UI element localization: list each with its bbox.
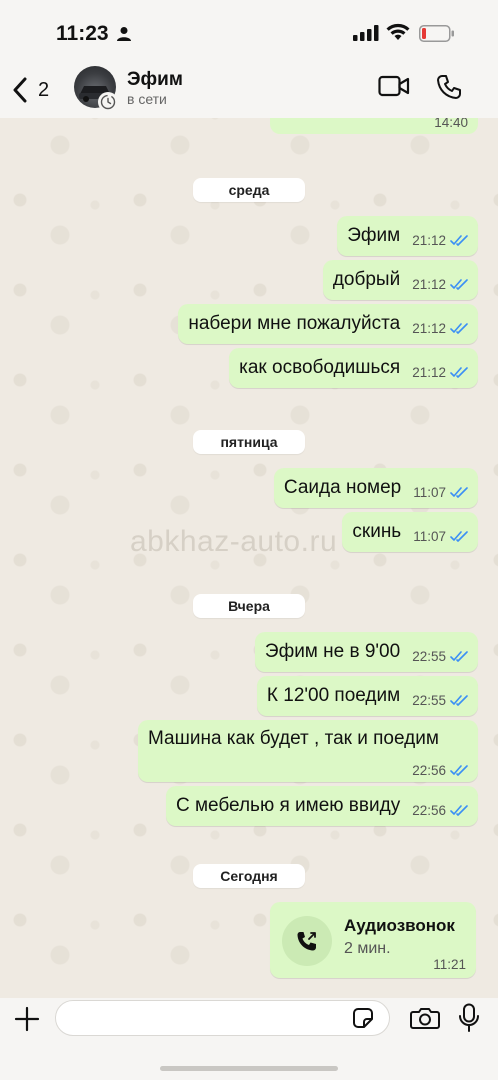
outgoing-message[interactable]: Саида номер 11:07 bbox=[273, 468, 478, 508]
attach-button[interactable] bbox=[14, 1006, 40, 1037]
plus-icon bbox=[14, 1006, 40, 1032]
wifi-icon bbox=[386, 23, 410, 40]
microphone-button[interactable] bbox=[458, 1003, 480, 1038]
message-input[interactable] bbox=[55, 1000, 390, 1036]
voice-call-button[interactable] bbox=[436, 74, 462, 105]
read-receipt-icon bbox=[450, 694, 468, 706]
read-receipt-icon bbox=[450, 765, 468, 776]
date-separator: Вчера bbox=[193, 594, 305, 618]
microphone-icon bbox=[459, 1003, 479, 1032]
call-duration: 2 мин. bbox=[344, 940, 391, 957]
outgoing-call-icon bbox=[297, 932, 316, 951]
message-text: Саида номер bbox=[283, 477, 402, 498]
contact-status: в сети bbox=[127, 91, 167, 107]
message-time: 22:56 bbox=[412, 763, 446, 778]
outgoing-message[interactable]: набери мне пожалуйста 21:12 bbox=[178, 304, 478, 344]
phone-icon bbox=[437, 75, 461, 99]
read-receipt-icon bbox=[450, 366, 468, 378]
unread-chats-count: 2 bbox=[38, 78, 50, 101]
chevron-left-icon bbox=[13, 77, 27, 103]
read-receipt-icon bbox=[450, 234, 468, 246]
read-receipt-icon bbox=[450, 322, 468, 334]
status-bar: 11:23 bbox=[0, 0, 498, 60]
chat-header: 2 Эфим в сети bbox=[0, 60, 498, 118]
video-camera-icon bbox=[378, 75, 410, 97]
read-receipt-icon bbox=[450, 530, 468, 542]
date-separator: пятница bbox=[193, 430, 305, 454]
read-receipt-icon bbox=[450, 804, 468, 816]
message-time: 22:56 bbox=[412, 802, 446, 818]
outgoing-message[interactable]: С мебелью я имею ввиду 22:56 bbox=[165, 786, 478, 826]
contact-name[interactable]: Эфим bbox=[127, 69, 183, 91]
message-time: 22:55 bbox=[412, 648, 446, 664]
back-button[interactable]: 2 bbox=[12, 76, 60, 104]
message-time: 14:40 bbox=[434, 118, 468, 130]
message-time: 11:07 bbox=[413, 484, 446, 500]
timer-icon bbox=[100, 94, 116, 110]
previous-message-bubble[interactable]: 14:40 bbox=[270, 118, 478, 134]
camera-button[interactable] bbox=[410, 1006, 440, 1035]
disappearing-timer-badge bbox=[98, 92, 118, 112]
outgoing-call-icon-wrap bbox=[282, 916, 332, 966]
message-text: добрый bbox=[332, 269, 401, 290]
message-time: 11:21 bbox=[433, 957, 466, 972]
home-indicator bbox=[160, 1066, 338, 1071]
audio-call-message[interactable]: Аудиозвонок 2 мин. 11:21 bbox=[270, 902, 476, 978]
outgoing-message[interactable]: скинь 11:07 bbox=[342, 512, 478, 552]
composer-bar bbox=[0, 998, 498, 1080]
message-text: Эфим не в 9'00 bbox=[264, 641, 401, 662]
read-receipt-icon bbox=[450, 486, 468, 498]
read-receipt-icon bbox=[450, 278, 468, 290]
message-text: Машина как будет , так и поедим bbox=[148, 728, 439, 749]
message-text: набери мне пожалуйста bbox=[188, 313, 401, 334]
video-call-button[interactable] bbox=[378, 74, 410, 103]
cellular-signal-icon bbox=[353, 25, 379, 41]
battery-low-icon bbox=[419, 25, 454, 42]
message-time: 22:55 bbox=[412, 692, 446, 708]
person-icon bbox=[117, 27, 131, 41]
message-time: 11:07 bbox=[413, 528, 446, 544]
sticker-button[interactable] bbox=[352, 1007, 374, 1034]
outgoing-message[interactable]: Эфим 21:12 bbox=[337, 216, 478, 256]
message-list[interactable]: 14:40 среда Эфим 21:12 добрый 21:12 набе… bbox=[0, 118, 498, 998]
message-time: 21:12 bbox=[412, 320, 446, 336]
date-separator: среда bbox=[193, 178, 305, 202]
status-time: 11:23 bbox=[56, 22, 109, 45]
outgoing-message[interactable]: К 12'00 поедим 22:55 bbox=[256, 676, 478, 716]
message-text: скинь bbox=[352, 521, 402, 542]
message-text: К 12'00 поедим bbox=[266, 685, 401, 706]
message-time: 21:12 bbox=[412, 232, 446, 248]
outgoing-message[interactable]: Машина как будет , так и поедим 22:56 bbox=[138, 720, 478, 782]
call-title: Аудиозвонок bbox=[344, 916, 455, 935]
message-text: Эфим bbox=[347, 225, 401, 246]
outgoing-message[interactable]: как освободишься 21:12 bbox=[229, 348, 478, 388]
sticker-icon bbox=[353, 1008, 373, 1028]
camera-icon bbox=[410, 1008, 440, 1029]
read-receipt-icon bbox=[450, 650, 468, 662]
message-time: 21:12 bbox=[412, 276, 446, 292]
message-text: как освободишься bbox=[239, 357, 401, 378]
outgoing-message[interactable]: добрый 21:12 bbox=[322, 260, 478, 300]
message-time: 21:12 bbox=[412, 364, 446, 380]
message-text: С мебелью я имею ввиду bbox=[175, 795, 401, 816]
date-separator: Сегодня bbox=[193, 864, 305, 888]
outgoing-message[interactable]: Эфим не в 9'00 22:55 bbox=[254, 632, 478, 672]
